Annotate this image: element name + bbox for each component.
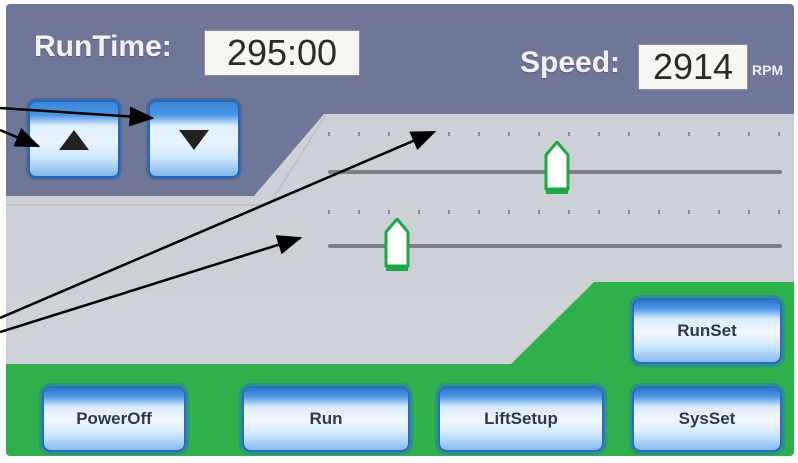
slider-tick xyxy=(658,132,660,136)
increase-button[interactable] xyxy=(28,100,120,178)
slider-tick xyxy=(688,132,690,136)
slider-tick xyxy=(358,132,360,136)
slider-tick xyxy=(388,210,390,214)
slider-tick xyxy=(718,210,720,214)
speed-value[interactable]: 2914 xyxy=(638,44,748,90)
slider-tick xyxy=(568,210,570,214)
bottom-slider-thumb[interactable] xyxy=(384,218,410,272)
touch-screen: RunTime: 295:00 Speed: 2914 RPM RunSet P… xyxy=(6,4,794,456)
slider-tick xyxy=(538,132,540,136)
poweroff-button[interactable]: PowerOff xyxy=(42,386,186,452)
slider-tick xyxy=(418,210,420,214)
slider-tick xyxy=(478,132,480,136)
run-button[interactable]: Run xyxy=(242,386,410,452)
slider-tick xyxy=(328,132,330,136)
slider-tick xyxy=(418,132,420,136)
runtime-label: RunTime: xyxy=(34,30,172,63)
top-slider-ticks xyxy=(328,132,780,140)
liftsetup-button[interactable]: LiftSetup xyxy=(438,386,604,452)
slider-tick xyxy=(448,132,450,136)
slider-tick xyxy=(598,132,600,136)
slider-tick xyxy=(718,132,720,136)
slider-tick xyxy=(748,132,750,136)
runset-button[interactable]: RunSet xyxy=(632,298,782,364)
decrease-button[interactable] xyxy=(148,100,240,178)
slider-tick xyxy=(358,210,360,214)
slider-tick xyxy=(598,210,600,214)
slider-tick xyxy=(778,210,780,214)
speed-unit: RPM xyxy=(752,62,784,78)
bottom-slider-ticks xyxy=(328,210,780,218)
slider-tick xyxy=(688,210,690,214)
slider-tick xyxy=(658,210,660,214)
slider-tick xyxy=(748,210,750,214)
speed-label: Speed: xyxy=(520,46,621,79)
slider-tick xyxy=(508,210,510,214)
slider-tick xyxy=(508,132,510,136)
sysset-button[interactable]: SysSet xyxy=(632,386,782,452)
slider-tick xyxy=(628,210,630,214)
slider-tick xyxy=(778,132,780,136)
slider-tick xyxy=(448,210,450,214)
slider-tick xyxy=(628,132,630,136)
triangle-up-icon xyxy=(59,130,89,150)
top-slider-thumb[interactable] xyxy=(544,141,570,195)
slider-tick xyxy=(388,132,390,136)
triangle-down-icon xyxy=(179,130,209,150)
slider-tick xyxy=(568,132,570,136)
slider-tick xyxy=(328,210,330,214)
runtime-value[interactable]: 295:00 xyxy=(204,30,360,76)
slider-tick xyxy=(538,210,540,214)
slider-tick xyxy=(478,210,480,214)
